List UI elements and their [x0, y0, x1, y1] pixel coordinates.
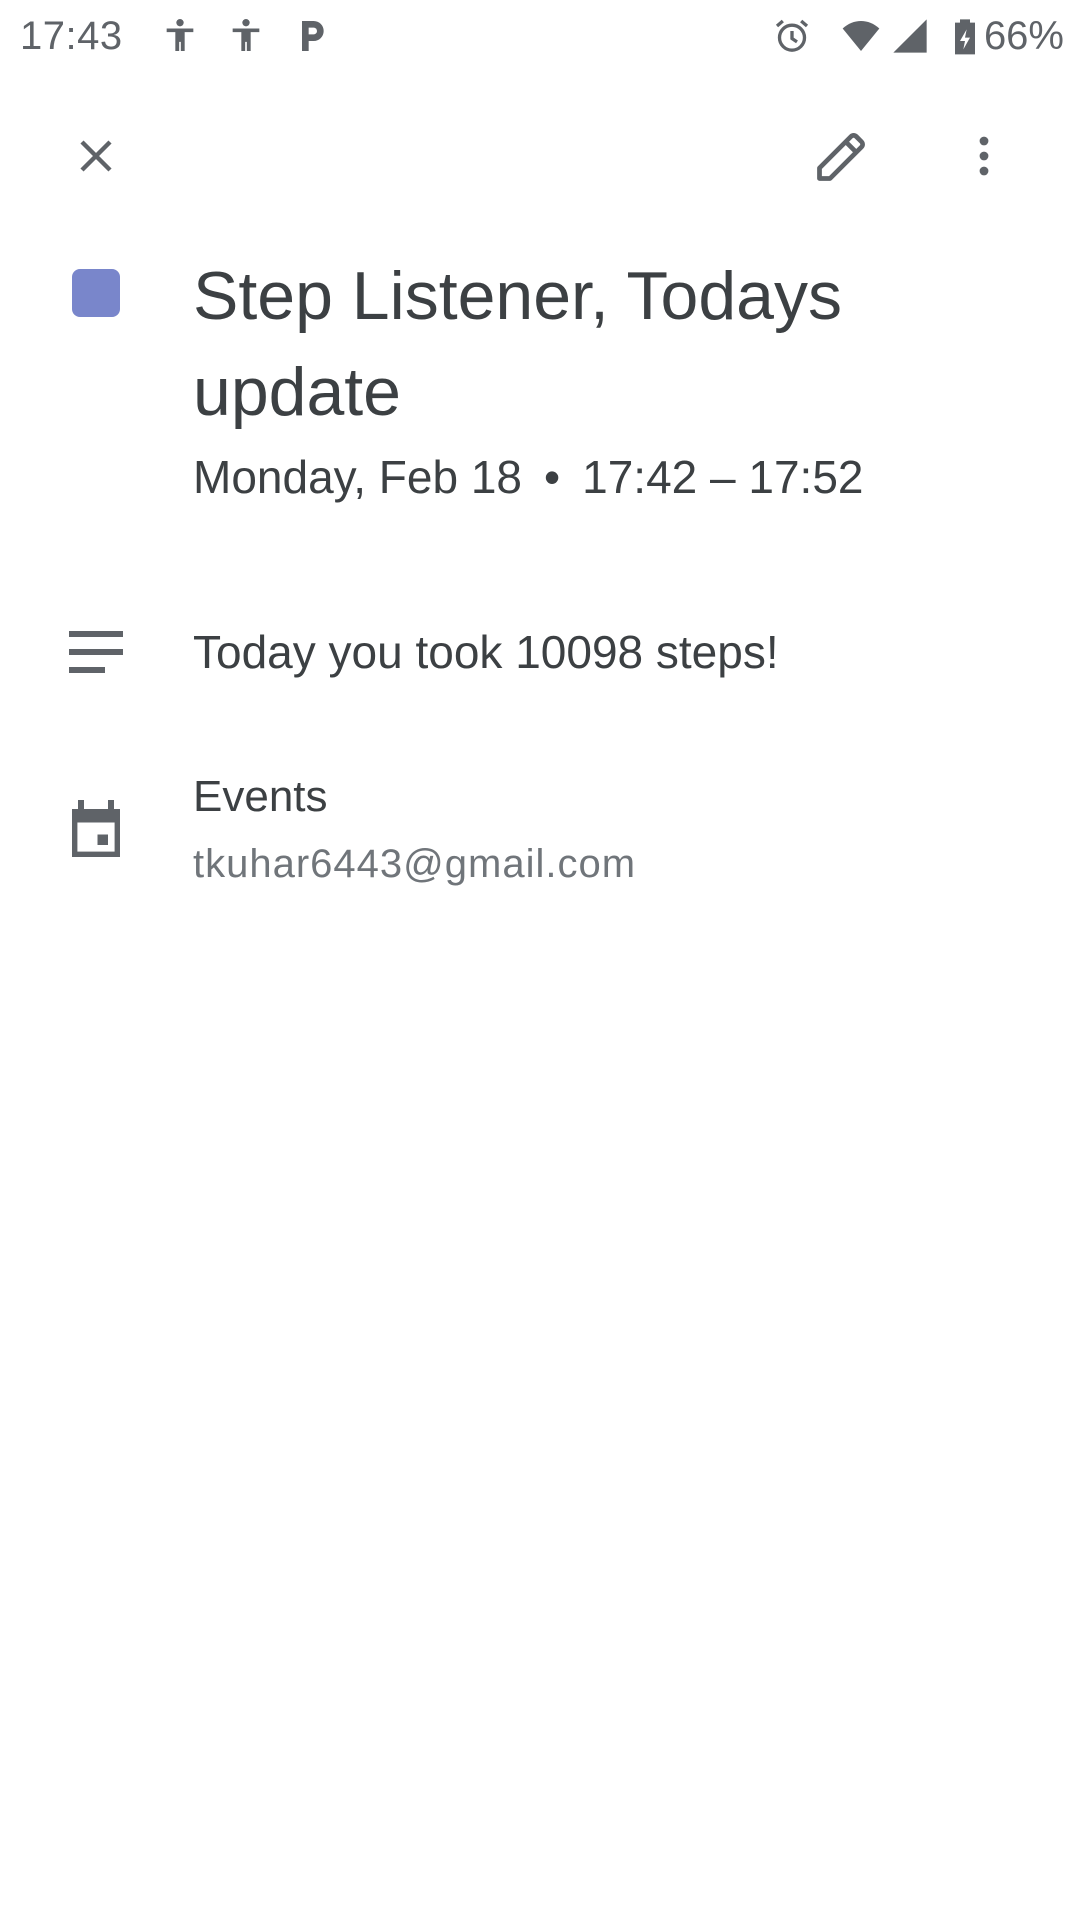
- event-datetime: Monday, Feb 18 • 17:42 – 17:52: [193, 450, 864, 504]
- alarm-icon: [775, 19, 809, 52]
- accessibility-icon: [166, 19, 194, 51]
- event-color-swatch: [72, 269, 120, 317]
- calendar-account: tkuhar6443@gmail.com: [193, 842, 637, 886]
- close-button[interactable]: [48, 108, 144, 204]
- cell-signal-icon: [893, 19, 927, 53]
- status-bar: 17:43 66%: [0, 0, 1080, 75]
- status-time: 17:43: [20, 14, 123, 58]
- calendar-icon: [72, 800, 120, 857]
- event-datetime-separator: •: [544, 451, 561, 503]
- description-icon: [69, 631, 123, 673]
- pencil-icon: [817, 133, 865, 181]
- more-options-button[interactable]: [936, 108, 1032, 204]
- more-vert-icon: [979, 136, 989, 176]
- event-title: Step Listener, Todays update: [193, 258, 842, 430]
- battery-percentage: 66%: [983, 14, 1064, 58]
- calendar-name: Events: [193, 772, 328, 821]
- event-time-range: 17:42 – 17:52: [582, 451, 864, 503]
- event-date: Monday, Feb 18: [193, 451, 523, 503]
- accessibility-icon: [232, 19, 260, 51]
- event-description: Today you took 10098 steps!: [193, 626, 779, 678]
- battery-charging-icon: [955, 19, 975, 55]
- close-icon: [80, 140, 112, 172]
- parking-app-icon: [302, 21, 324, 51]
- wifi-icon: [842, 21, 880, 51]
- edit-button[interactable]: [794, 108, 890, 204]
